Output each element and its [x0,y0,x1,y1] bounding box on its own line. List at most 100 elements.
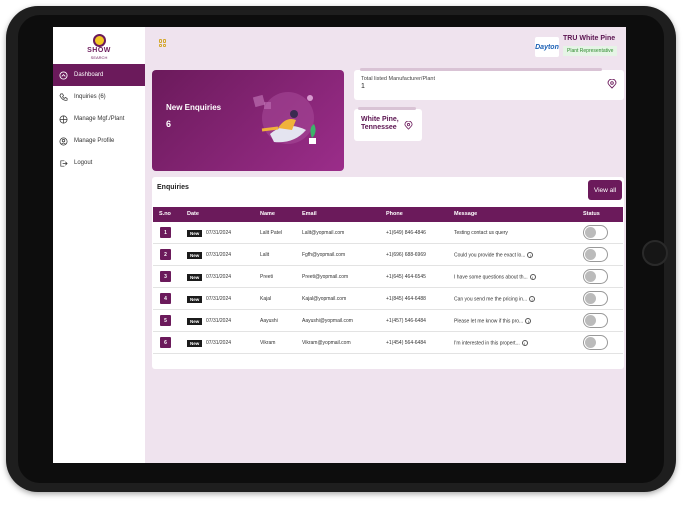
row-date: 07/31/2024 [206,252,232,258]
new-badge: New [187,340,203,347]
row-phone: +1(457) 546-6484 [386,318,426,324]
table-row[interactable]: 4 New 07/31/2024 Kajal Kajal@yopmail.com… [153,288,623,310]
row-message-cell: I have some questions about th... i [454,274,536,280]
enquiries-panel: Enquiries View all S.no Date Name Email … [152,177,624,369]
row-name: Lalit Patel [260,230,282,236]
row-name: Vikram [260,340,276,346]
row-email: Aayushi@yopmail.com [302,318,353,324]
row-number: 5 [160,315,171,326]
row-phone: +1(696) 688-6969 [386,252,426,258]
row-number: 1 [160,227,171,238]
location-pin-icon [607,79,617,89]
row-phone: +1(649) 846-4846 [386,230,426,236]
table-row[interactable]: 6 New 07/31/2024 Vikram Vikram@yopmail.c… [153,332,623,354]
sidebar-item-manage-profile[interactable]: Manage Profile [53,130,145,152]
row-date: 07/31/2024 [206,340,232,346]
toggle-knob [585,271,596,282]
sidebar-item-logout[interactable]: Logout [53,152,145,174]
table-row[interactable]: 5 New 07/31/2024 Aayushi Aayushi@yopmail… [153,310,623,332]
new-enquiries-card[interactable]: New Enquiries 6 [152,70,344,171]
table-row[interactable]: 2 New 07/31/2024 Lalit Fgfh@yopmail.com … [153,244,623,266]
new-enquiries-count: 6 [166,119,172,129]
row-number: 6 [160,337,171,348]
sidebar-item-label: Logout [74,160,93,166]
sidebar-item-label: Manage Profile [74,138,115,144]
total-plants-label: Total listed Manufacturer/Plant [361,76,435,82]
column-header-status: Status [583,211,600,217]
card-accent-line [360,68,602,71]
sidebar-item-dashboard[interactable]: Dashboard [53,64,145,86]
toggle-knob [585,293,596,304]
logo-subtext: SEARCH [90,55,108,60]
new-enquiries-label: New Enquiries [166,103,222,112]
status-toggle[interactable] [583,291,608,306]
row-number: 3 [160,271,171,282]
total-plants-count: 1 [361,83,365,90]
row-message: Please let me know if this pro... [454,318,524,325]
info-icon[interactable]: i [525,318,532,324]
info-icon[interactable]: i [521,340,528,346]
row-message: Can you send me the pricing in... [454,296,528,303]
sidebar-item-label: Inquiries (6) [74,94,106,100]
sidebar-item-manage-plant[interactable]: Manage Mgf./Plant [53,108,145,130]
row-date: 07/31/2024 [206,318,232,324]
status-toggle[interactable] [583,313,608,328]
sidebar-nav: Dashboard Inquiries (6) Manage Mgf./Plan… [53,64,145,174]
toggle-knob [585,227,596,238]
status-toggle[interactable] [583,269,608,284]
total-plants-card[interactable]: Total listed Manufacturer/Plant 1 [354,68,624,100]
location-pin-icon [404,121,413,130]
app-screen: SHOW SEARCH Dashboard Inquiries (6) Mana… [53,27,626,463]
status-toggle[interactable] [583,335,608,350]
logo-text: SHOW [87,47,111,54]
info-icon[interactable]: i [527,252,534,258]
plant-icon [59,115,68,124]
table-row[interactable]: 1 New 07/31/2024 Lalit Patel Lalit@yopma… [153,222,623,244]
user-brand[interactable]: Dayton TRU White Pine Plant Representati… [535,35,623,59]
home-button[interactable] [642,240,668,266]
app-logo[interactable]: SHOW SEARCH [83,34,115,62]
row-message-cell: Could you provide the exact lo... i [454,252,534,259]
role-badge: Plant Representative [563,46,618,56]
row-phone: +1(454) 564-6484 [386,340,426,346]
row-date: 07/31/2024 [206,274,232,280]
new-badge: New [187,274,203,281]
phone-icon [59,93,68,102]
sidebar-item-label: Manage Mgf./Plant [74,116,125,122]
row-email: Fgfh@yopmail.com [302,252,346,258]
row-email: Lalit@yopmail.com [302,230,345,236]
row-message: Could you provide the exact lo... [454,252,526,259]
info-icon[interactable]: i [529,274,536,280]
new-badge: New [187,318,203,325]
row-phone: +1(645) 464-6545 [386,274,426,280]
column-header-name: Name [260,211,275,217]
table-row[interactable]: 3 New 07/31/2024 Preeti Preeti@yopmail.c… [153,266,623,288]
status-toggle[interactable] [583,225,608,240]
sidebar: SHOW SEARCH Dashboard Inquiries (6) Mana… [53,27,145,463]
column-header-phone: Phone [386,211,403,217]
location-card[interactable]: White Pine, Tennessee [354,107,422,141]
row-name: Preeti [260,274,274,280]
row-name: Kajal [260,296,272,302]
row-number: 4 [160,293,171,304]
enquiries-title: Enquiries [157,184,189,191]
row-email: Kajal@yopmail.com [302,296,347,302]
status-toggle[interactable] [583,247,608,262]
row-message: I have some questions about th... [454,274,528,281]
new-badge: New [187,296,203,303]
row-message-cell: I'm interested in this propert... i [454,340,528,346]
row-name: Aayushi [260,318,278,324]
brand-name: TRU White Pine [563,35,616,42]
row-message-cell: Please let me know if this pro... i [454,318,532,325]
dashboard-icon [59,70,68,80]
row-email: Preeti@yopmail.com [302,274,349,280]
view-all-button[interactable]: View all [588,180,622,200]
logo-mark [92,34,106,47]
location-name: White Pine, Tennessee [361,116,399,131]
brand-logo: Dayton [535,37,559,57]
menu-grid-icon[interactable] [159,39,167,47]
row-phone: +1(845) 464-6488 [386,296,426,302]
sidebar-item-inquiries[interactable]: Inquiries (6) [53,86,145,108]
info-icon[interactable]: i [529,296,536,302]
column-header-email: Email [302,211,317,217]
